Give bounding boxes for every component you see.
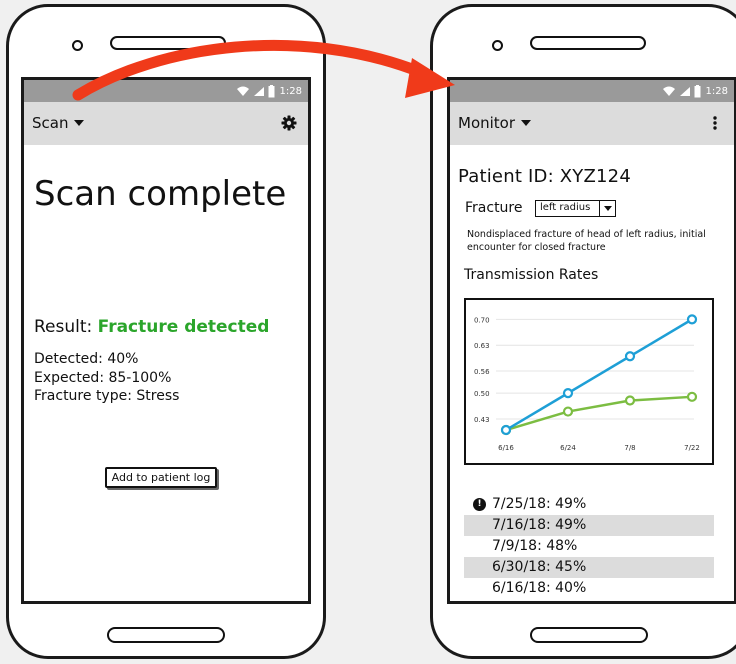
add-to-patient-log-button[interactable]: Add to patient log <box>105 467 217 488</box>
appbar-title: Scan <box>32 114 69 132</box>
y-tick-label: 0.50 <box>474 390 490 398</box>
result-line: Result: Fracture detected <box>34 317 269 337</box>
speaker-grille <box>110 36 226 50</box>
expected-stat: Expected: 85-100% <box>34 369 172 386</box>
history-item: ! 7/25/18: 49% <box>464 494 714 515</box>
x-tick-label: 6/24 <box>560 444 576 452</box>
signal-icon <box>679 86 690 96</box>
history-item: 6/16/18: 40% <box>464 578 714 599</box>
data-point <box>624 395 636 406</box>
monitor-screen: 1:28 Monitor Patient ID: XYZ124 Fracture… <box>447 77 736 604</box>
status-bar: 1:28 <box>450 80 734 102</box>
history-item: 7/9/18: 48% <box>464 536 714 557</box>
phone-frame-right: 1:28 Monitor Patient ID: XYZ124 Fracture… <box>430 4 736 659</box>
y-tick-label: 0.43 <box>474 416 490 424</box>
data-point <box>562 388 574 399</box>
history-item: 7/16/18: 49% <box>464 515 714 536</box>
x-tick-label: 6/16 <box>498 444 514 452</box>
status-time: 1:28 <box>705 85 728 97</box>
series-line <box>505 318 693 432</box>
patient-id: Patient ID: XYZ124 <box>458 166 631 187</box>
fracture-description: Nondisplaced fracture of head of left ra… <box>467 229 706 253</box>
transmission-chart: 0.70 0.63 0.56 0.50 0.43 6/16 6/24 7/8 7/22 <box>464 298 714 465</box>
data-point <box>686 314 698 325</box>
battery-icon <box>268 84 275 97</box>
history-item: 6/30/18: 45% <box>464 557 714 578</box>
history-list: ! 7/25/18: 49% 7/16/18: 49% 7/9/18: 48% 6/30… <box>464 494 714 599</box>
wifi-icon <box>662 86 675 96</box>
data-point <box>562 406 574 417</box>
result-label: Result: <box>34 317 93 337</box>
data-point <box>624 351 636 362</box>
history-item-text: 6/30/18: 45% <box>492 559 587 575</box>
more-vertical-icon <box>713 116 717 130</box>
chevron-down-icon <box>600 201 615 216</box>
caret-down-icon <box>521 120 532 126</box>
status-bar: 1:28 <box>24 80 308 102</box>
transmission-rates-title: Transmission Rates <box>464 267 599 283</box>
history-item-text: 7/9/18: 48% <box>492 538 578 554</box>
screen-switcher-dropdown[interactable]: Monitor <box>458 114 532 132</box>
status-icons: 1:28 <box>236 83 302 99</box>
signal-icon <box>253 86 264 96</box>
screen-switcher-dropdown[interactable]: Scan <box>32 114 85 132</box>
caret-down-icon <box>74 120 85 126</box>
speaker-grille <box>530 36 646 50</box>
x-tick-label: 7/22 <box>684 444 700 452</box>
history-item-text: 7/16/18: 49% <box>492 517 587 533</box>
y-tick-label: 0.70 <box>474 316 490 324</box>
alert-icon: ! <box>473 498 486 511</box>
home-button[interactable] <box>107 627 225 643</box>
wifi-icon <box>236 86 249 96</box>
home-button[interactable] <box>530 627 648 643</box>
appbar-title: Monitor <box>458 114 516 132</box>
scan-stats: Detected: 40% Expected: 85-100% Fracture… <box>34 350 179 406</box>
fracture-type-stat: Fracture type: Stress <box>34 388 180 404</box>
history-item-text: 7/25/18: 49% <box>492 496 587 512</box>
scan-screen: 1:28 Scan Scan complete Result: Fracture… <box>21 77 311 604</box>
fracture-label: Fracture <box>465 200 523 216</box>
camera-dot <box>492 40 503 51</box>
fracture-select[interactable]: left radius <box>535 200 616 217</box>
phone-frame-left: 1:28 Scan Scan complete Result: Fracture… <box>6 4 326 659</box>
camera-dot <box>72 40 83 51</box>
settings-button[interactable] <box>280 114 298 132</box>
overflow-menu-button[interactable] <box>706 114 724 132</box>
x-tick-label: 7/8 <box>624 444 635 452</box>
app-bar: Scan <box>24 102 308 145</box>
data-point <box>500 424 512 436</box>
status-time: 1:28 <box>279 85 302 97</box>
scan-complete-heading: Scan complete <box>34 174 287 214</box>
detected-stat: Detected: 40% <box>34 351 139 367</box>
result-value: Fracture detected <box>97 317 270 337</box>
battery-icon <box>694 84 701 97</box>
data-point <box>686 391 698 402</box>
history-item-text: 6/16/18: 40% <box>492 580 587 596</box>
y-tick-label: 0.56 <box>474 368 490 376</box>
gear-icon <box>281 115 297 131</box>
fracture-select-value: left radius <box>536 201 600 216</box>
transmission-chart-svg: 0.70 0.63 0.56 0.50 0.43 6/16 6/24 7/8 7/22 <box>474 314 700 452</box>
status-icons: 1:28 <box>662 83 728 99</box>
app-bar: Monitor <box>450 102 734 145</box>
y-tick-label: 0.63 <box>474 342 490 350</box>
